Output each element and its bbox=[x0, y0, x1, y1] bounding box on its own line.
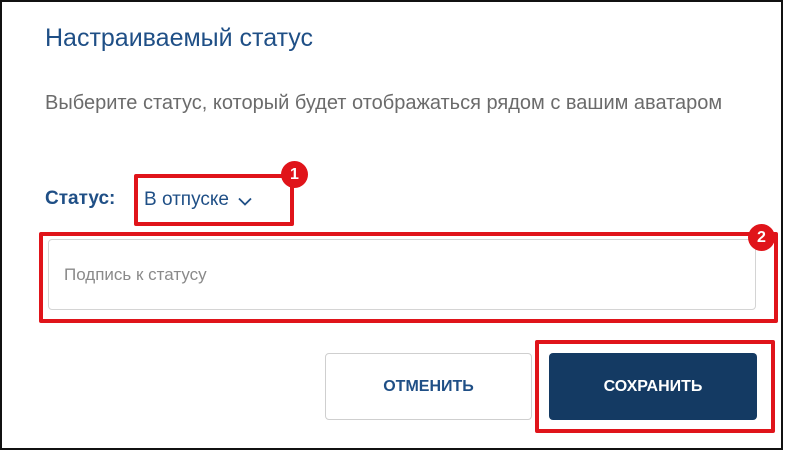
custom-status-dialog: Настраиваемый статус Выберите статус, ко… bbox=[0, 0, 783, 450]
dialog-description: Выберите статус, который будет отображат… bbox=[45, 92, 723, 114]
save-button[interactable]: СОХРАНИТЬ bbox=[549, 353, 757, 420]
dialog-title: Настраиваемый статус bbox=[45, 24, 314, 52]
annotation-badge-1: 1 bbox=[281, 161, 308, 188]
status-label: Статус: bbox=[45, 188, 116, 209]
annotation-badge-2: 2 bbox=[748, 224, 775, 251]
status-dropdown[interactable]: В отпуске bbox=[134, 174, 294, 226]
chevron-down-icon bbox=[238, 197, 252, 206]
status-selected-value: В отпуске bbox=[144, 189, 229, 210]
status-caption-input[interactable] bbox=[48, 239, 756, 310]
cancel-button[interactable]: ОТМЕНИТЬ bbox=[325, 353, 532, 420]
